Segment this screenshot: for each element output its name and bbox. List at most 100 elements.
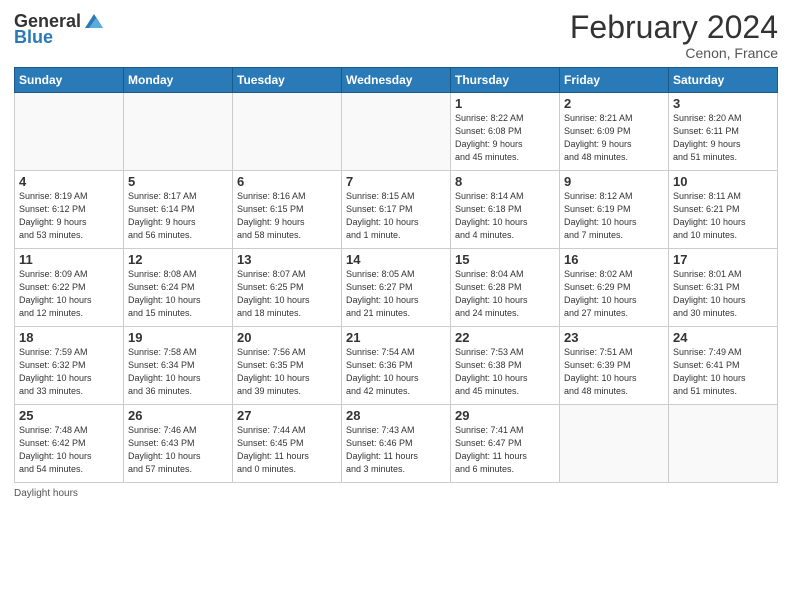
day-number: 28 (346, 408, 446, 423)
day-info: Sunrise: 7:41 AM Sunset: 6:47 PM Dayligh… (455, 424, 555, 476)
day-info: Sunrise: 7:54 AM Sunset: 6:36 PM Dayligh… (346, 346, 446, 398)
day-info: Sunrise: 8:22 AM Sunset: 6:08 PM Dayligh… (455, 112, 555, 164)
header-wednesday: Wednesday (342, 68, 451, 93)
logo-icon (83, 10, 105, 32)
day-info: Sunrise: 7:49 AM Sunset: 6:41 PM Dayligh… (673, 346, 773, 398)
calendar-cell (560, 405, 669, 483)
calendar-cell: 3Sunrise: 8:20 AM Sunset: 6:11 PM Daylig… (669, 93, 778, 171)
calendar-cell: 14Sunrise: 8:05 AM Sunset: 6:27 PM Dayli… (342, 249, 451, 327)
day-number: 13 (237, 252, 337, 267)
calendar-cell: 25Sunrise: 7:48 AM Sunset: 6:42 PM Dayli… (15, 405, 124, 483)
day-number: 20 (237, 330, 337, 345)
month-title: February 2024 (570, 10, 778, 45)
day-number: 15 (455, 252, 555, 267)
calendar-cell: 19Sunrise: 7:58 AM Sunset: 6:34 PM Dayli… (124, 327, 233, 405)
day-info: Sunrise: 8:21 AM Sunset: 6:09 PM Dayligh… (564, 112, 664, 164)
day-info: Sunrise: 7:44 AM Sunset: 6:45 PM Dayligh… (237, 424, 337, 476)
footer: Daylight hours (14, 488, 778, 499)
day-number: 21 (346, 330, 446, 345)
calendar-cell: 13Sunrise: 8:07 AM Sunset: 6:25 PM Dayli… (233, 249, 342, 327)
calendar-cell: 2Sunrise: 8:21 AM Sunset: 6:09 PM Daylig… (560, 93, 669, 171)
calendar-cell: 5Sunrise: 8:17 AM Sunset: 6:14 PM Daylig… (124, 171, 233, 249)
calendar-cell: 11Sunrise: 8:09 AM Sunset: 6:22 PM Dayli… (15, 249, 124, 327)
day-info: Sunrise: 7:56 AM Sunset: 6:35 PM Dayligh… (237, 346, 337, 398)
day-info: Sunrise: 8:09 AM Sunset: 6:22 PM Dayligh… (19, 268, 119, 320)
day-number: 22 (455, 330, 555, 345)
header-monday: Monday (124, 68, 233, 93)
day-info: Sunrise: 8:12 AM Sunset: 6:19 PM Dayligh… (564, 190, 664, 242)
day-info: Sunrise: 8:19 AM Sunset: 6:12 PM Dayligh… (19, 190, 119, 242)
day-number: 9 (564, 174, 664, 189)
day-number: 24 (673, 330, 773, 345)
day-info: Sunrise: 8:07 AM Sunset: 6:25 PM Dayligh… (237, 268, 337, 320)
calendar-week-3: 11Sunrise: 8:09 AM Sunset: 6:22 PM Dayli… (15, 249, 778, 327)
location: Cenon, France (570, 45, 778, 61)
day-number: 14 (346, 252, 446, 267)
calendar-week-1: 1Sunrise: 8:22 AM Sunset: 6:08 PM Daylig… (15, 93, 778, 171)
day-number: 18 (19, 330, 119, 345)
calendar-cell: 15Sunrise: 8:04 AM Sunset: 6:28 PM Dayli… (451, 249, 560, 327)
day-number: 2 (564, 96, 664, 111)
day-info: Sunrise: 7:48 AM Sunset: 6:42 PM Dayligh… (19, 424, 119, 476)
calendar-cell: 6Sunrise: 8:16 AM Sunset: 6:15 PM Daylig… (233, 171, 342, 249)
day-number: 12 (128, 252, 228, 267)
calendar-cell (233, 93, 342, 171)
title-block: February 2024 Cenon, France (570, 10, 778, 61)
day-number: 25 (19, 408, 119, 423)
calendar-cell: 29Sunrise: 7:41 AM Sunset: 6:47 PM Dayli… (451, 405, 560, 483)
day-number: 3 (673, 96, 773, 111)
day-info: Sunrise: 7:53 AM Sunset: 6:38 PM Dayligh… (455, 346, 555, 398)
calendar-cell (669, 405, 778, 483)
day-info: Sunrise: 8:04 AM Sunset: 6:28 PM Dayligh… (455, 268, 555, 320)
day-number: 27 (237, 408, 337, 423)
day-info: Sunrise: 8:16 AM Sunset: 6:15 PM Dayligh… (237, 190, 337, 242)
calendar-cell: 26Sunrise: 7:46 AM Sunset: 6:43 PM Dayli… (124, 405, 233, 483)
day-info: Sunrise: 7:51 AM Sunset: 6:39 PM Dayligh… (564, 346, 664, 398)
calendar-week-5: 25Sunrise: 7:48 AM Sunset: 6:42 PM Dayli… (15, 405, 778, 483)
calendar-cell: 4Sunrise: 8:19 AM Sunset: 6:12 PM Daylig… (15, 171, 124, 249)
day-number: 6 (237, 174, 337, 189)
calendar-cell: 1Sunrise: 8:22 AM Sunset: 6:08 PM Daylig… (451, 93, 560, 171)
day-info: Sunrise: 8:17 AM Sunset: 6:14 PM Dayligh… (128, 190, 228, 242)
day-info: Sunrise: 8:14 AM Sunset: 6:18 PM Dayligh… (455, 190, 555, 242)
day-info: Sunrise: 8:08 AM Sunset: 6:24 PM Dayligh… (128, 268, 228, 320)
day-number: 23 (564, 330, 664, 345)
day-info: Sunrise: 8:05 AM Sunset: 6:27 PM Dayligh… (346, 268, 446, 320)
calendar-table: Sunday Monday Tuesday Wednesday Thursday… (14, 67, 778, 483)
header-thursday: Thursday (451, 68, 560, 93)
calendar-header-row: Sunday Monday Tuesday Wednesday Thursday… (15, 68, 778, 93)
calendar-cell: 27Sunrise: 7:44 AM Sunset: 6:45 PM Dayli… (233, 405, 342, 483)
day-info: Sunrise: 8:02 AM Sunset: 6:29 PM Dayligh… (564, 268, 664, 320)
day-number: 19 (128, 330, 228, 345)
day-number: 11 (19, 252, 119, 267)
day-info: Sunrise: 8:20 AM Sunset: 6:11 PM Dayligh… (673, 112, 773, 164)
daylight-label: Daylight hours (14, 488, 78, 499)
day-info: Sunrise: 7:46 AM Sunset: 6:43 PM Dayligh… (128, 424, 228, 476)
header-tuesday: Tuesday (233, 68, 342, 93)
day-info: Sunrise: 7:58 AM Sunset: 6:34 PM Dayligh… (128, 346, 228, 398)
day-info: Sunrise: 8:01 AM Sunset: 6:31 PM Dayligh… (673, 268, 773, 320)
calendar-cell (15, 93, 124, 171)
day-number: 5 (128, 174, 228, 189)
day-info: Sunrise: 8:11 AM Sunset: 6:21 PM Dayligh… (673, 190, 773, 242)
calendar-cell: 28Sunrise: 7:43 AM Sunset: 6:46 PM Dayli… (342, 405, 451, 483)
calendar-week-4: 18Sunrise: 7:59 AM Sunset: 6:32 PM Dayli… (15, 327, 778, 405)
calendar-cell: 20Sunrise: 7:56 AM Sunset: 6:35 PM Dayli… (233, 327, 342, 405)
calendar-cell (124, 93, 233, 171)
day-number: 29 (455, 408, 555, 423)
calendar-cell: 12Sunrise: 8:08 AM Sunset: 6:24 PM Dayli… (124, 249, 233, 327)
calendar-cell: 16Sunrise: 8:02 AM Sunset: 6:29 PM Dayli… (560, 249, 669, 327)
day-number: 8 (455, 174, 555, 189)
page-container: General Blue February 2024 Cenon, France… (0, 0, 792, 507)
day-number: 17 (673, 252, 773, 267)
day-number: 16 (564, 252, 664, 267)
day-number: 1 (455, 96, 555, 111)
calendar-cell: 21Sunrise: 7:54 AM Sunset: 6:36 PM Dayli… (342, 327, 451, 405)
calendar-cell: 9Sunrise: 8:12 AM Sunset: 6:19 PM Daylig… (560, 171, 669, 249)
calendar-cell: 18Sunrise: 7:59 AM Sunset: 6:32 PM Dayli… (15, 327, 124, 405)
calendar-cell: 22Sunrise: 7:53 AM Sunset: 6:38 PM Dayli… (451, 327, 560, 405)
calendar-cell: 17Sunrise: 8:01 AM Sunset: 6:31 PM Dayli… (669, 249, 778, 327)
day-number: 10 (673, 174, 773, 189)
header: General Blue February 2024 Cenon, France (14, 10, 778, 61)
header-sunday: Sunday (15, 68, 124, 93)
